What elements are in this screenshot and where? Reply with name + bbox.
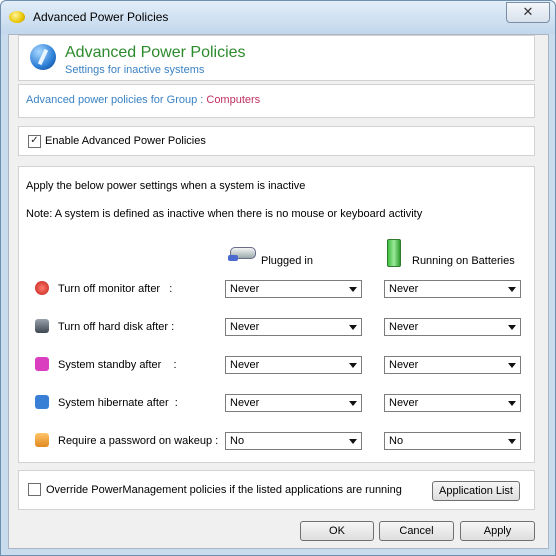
settings-note: Note: A system is defined as inactive wh…: [26, 208, 423, 220]
override-label: Override PowerManagement policies if the…: [46, 484, 402, 496]
standby-battery-select[interactable]: Never: [384, 356, 521, 374]
hard-disk-plugged-select[interactable]: Never: [225, 318, 362, 336]
hard-disk-icon: [35, 319, 49, 333]
chevron-down-icon: [508, 401, 516, 406]
enable-panel: ✓ Enable Advanced Power Policies: [18, 126, 535, 156]
cancel-button[interactable]: Cancel: [379, 521, 454, 541]
select-value: Never: [389, 359, 419, 371]
close-button[interactable]: ✕: [506, 2, 550, 23]
dialog-window: Advanced Power Policies ✕ Advanced Power…: [0, 0, 556, 556]
ok-button[interactable]: OK: [300, 521, 374, 541]
chevron-down-icon: [349, 325, 357, 330]
monitor-plugged-select[interactable]: Never: [225, 280, 362, 298]
header-title: Advanced Power Policies: [65, 44, 246, 61]
row-label-password: Require a password on wakeup :: [58, 435, 219, 447]
select-value: Never: [389, 397, 419, 409]
select-value: Never: [389, 283, 419, 295]
override-panel: Override PowerManagement policies if the…: [18, 470, 535, 510]
select-value: No: [230, 435, 245, 447]
row-label-hibernate: System hibernate after :: [58, 397, 178, 409]
hard-disk-battery-select[interactable]: Never: [384, 318, 521, 336]
settings-panel: Apply the below power settings when a sy…: [18, 166, 535, 463]
title-bar[interactable]: Advanced Power Policies ✕: [1, 1, 555, 34]
chevron-down-icon: [508, 325, 516, 330]
chevron-down-icon: [349, 439, 357, 444]
group-line: Advanced power policies for Group : Comp…: [26, 94, 260, 106]
chevron-down-icon: [349, 363, 357, 368]
standby-icon: [35, 357, 49, 371]
row-label-monitor: Turn off monitor after :: [58, 283, 173, 295]
password-battery-select[interactable]: No: [384, 432, 521, 450]
header-subtitle: Settings for inactive systems: [65, 64, 205, 76]
app-icon: [9, 11, 25, 23]
chevron-down-icon: [508, 363, 516, 368]
chevron-down-icon: [508, 439, 516, 444]
enable-checkbox[interactable]: ✓: [28, 135, 41, 148]
password-plugged-select[interactable]: No: [225, 432, 362, 450]
standby-plugged-select[interactable]: Never: [225, 356, 362, 374]
apply-button[interactable]: Apply: [460, 521, 535, 541]
col-battery-label: Running on Batteries: [412, 255, 515, 267]
dialog-body: Advanced Power Policies Settings for ina…: [8, 34, 549, 549]
monitor-battery-select[interactable]: Never: [384, 280, 521, 298]
lock-icon: [35, 433, 49, 447]
power-icon: [35, 281, 49, 295]
row-label-standby: System standby after :: [58, 359, 177, 371]
select-value: Never: [230, 283, 260, 295]
col-plugged-label: Plugged in: [261, 255, 313, 267]
hibernate-plugged-select[interactable]: Never: [225, 394, 362, 412]
group-panel: Advanced power policies for Group : Comp…: [18, 84, 535, 118]
select-value: No: [389, 435, 404, 447]
plugged-icon: [228, 241, 256, 263]
header-panel: Advanced Power Policies Settings for ina…: [18, 35, 535, 81]
select-value: Never: [230, 321, 260, 333]
select-value: Never: [230, 359, 260, 371]
enable-label: Enable Advanced Power Policies: [45, 135, 206, 147]
group-value: Computers: [206, 94, 261, 106]
hibernate-icon: [35, 395, 49, 409]
override-checkbox[interactable]: [28, 483, 41, 496]
select-value: Never: [230, 397, 260, 409]
battery-icon: [387, 239, 401, 267]
select-value: Never: [389, 321, 419, 333]
window-title: Advanced Power Policies: [33, 10, 169, 24]
application-list-button[interactable]: Application List: [432, 481, 520, 501]
chevron-down-icon: [349, 287, 357, 292]
power-policy-icon: [30, 44, 56, 70]
settings-intro: Apply the below power settings when a sy…: [26, 180, 306, 192]
chevron-down-icon: [349, 401, 357, 406]
group-label: Advanced power policies for Group :: [26, 94, 207, 106]
hibernate-battery-select[interactable]: Never: [384, 394, 521, 412]
row-label-hard-disk: Turn off hard disk after :: [58, 321, 175, 333]
chevron-down-icon: [508, 287, 516, 292]
